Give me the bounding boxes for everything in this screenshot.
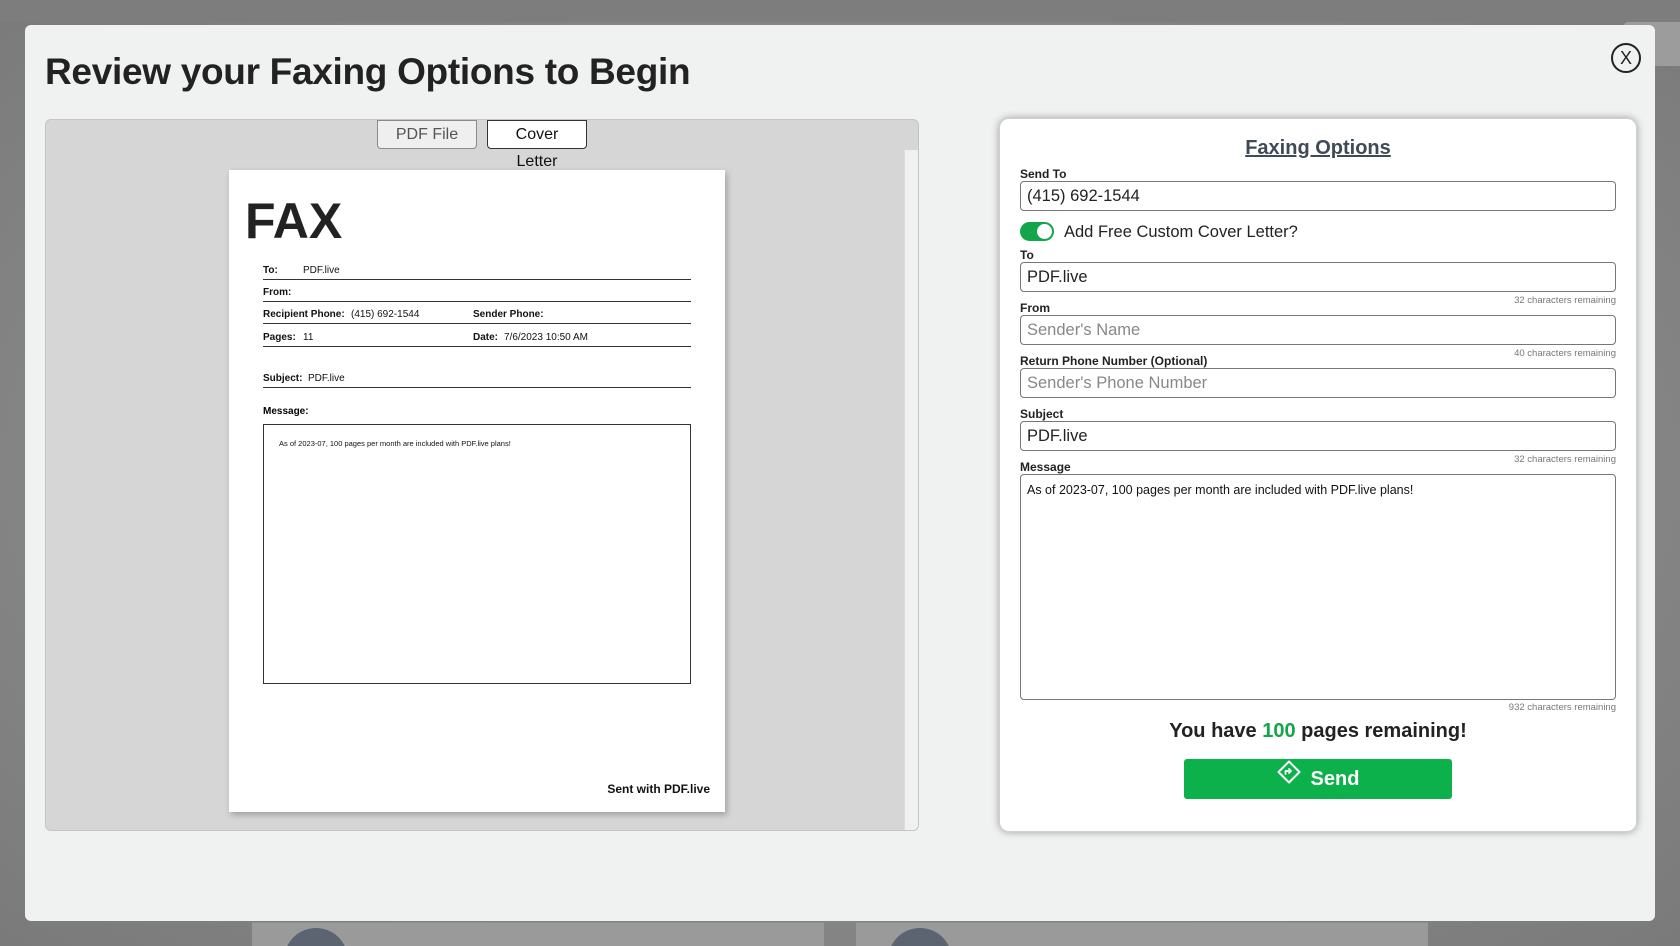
return-phone-input[interactable] [1020, 368, 1616, 398]
to-char-counter: 32 characters remaining [1514, 295, 1616, 306]
subject-label: Subject [1020, 407, 1064, 421]
send-button[interactable]: Send [1184, 759, 1452, 799]
cover-date-label: Date: [473, 332, 499, 343]
to-input[interactable] [1020, 262, 1616, 292]
cover-date-value: 7/6/2023 10:50 AM [504, 332, 588, 343]
from-char-counter: 40 characters remaining [1514, 348, 1616, 359]
faxing-options-title: Faxing Options [1245, 137, 1391, 159]
close-button[interactable]: X [1611, 43, 1641, 73]
faxing-options-panel: Faxing Options Send To Add Free Custom C… [999, 118, 1637, 832]
send-to-input[interactable] [1020, 181, 1616, 211]
fax-options-modal: Review your Faxing Options to Begin X PD… [25, 25, 1655, 921]
toggle-knob [1037, 224, 1052, 239]
subject-char-counter: 32 characters remaining [1514, 454, 1616, 465]
cover-pages-value: 11 [303, 332, 314, 343]
modal-title: Review your Faxing Options to Begin [45, 51, 691, 92]
cover-to-label: To: [263, 265, 278, 276]
close-icon: X [1619, 48, 1632, 68]
cover-letter-page: FAX To: PDF.live From: Recipient Phone: … [229, 170, 725, 812]
cover-subject-row: Subject: PDF.live [263, 366, 691, 388]
pages-remaining: You have 100 pages remaining! [1000, 720, 1636, 743]
cover-letter-toggle-label: Add Free Custom Cover Letter? [1064, 223, 1298, 241]
pages-remaining-count: 100 [1262, 720, 1296, 742]
cover-message-box: As of 2023-07, 100 pages per month are i… [263, 424, 691, 684]
subject-input[interactable] [1020, 421, 1616, 451]
cover-from-row: From: [263, 280, 691, 302]
cover-footer: Sent with PDF.live [607, 782, 710, 796]
cover-message-text: As of 2023-07, 100 pages per month are i… [279, 439, 511, 448]
send-to-label: Send To [1020, 167, 1067, 181]
return-phone-label: Return Phone Number (Optional) [1020, 354, 1208, 368]
pages-remaining-suffix: pages remaining! [1301, 720, 1467, 742]
cover-pages-row: Pages: 11 Date: 7/6/2023 10:50 AM [263, 325, 691, 347]
cover-phone-row: Recipient Phone: (415) 692-1544 Sender P… [263, 302, 691, 324]
backdrop-top-bar [0, 0, 1680, 22]
pages-remaining-prefix: You have [1169, 720, 1257, 742]
cover-recipient-phone-label: Recipient Phone: [263, 309, 345, 320]
document-preview-pane: PDF File Cover Letter FAX To: PDF.live F… [45, 119, 919, 831]
cover-subject-value: PDF.live [308, 373, 345, 384]
message-label: Message [1020, 460, 1071, 474]
cover-from-label: From: [263, 287, 292, 298]
from-label: From [1020, 301, 1050, 315]
fax-heading: FAX [245, 193, 343, 249]
cover-message-label: Message: [263, 406, 309, 417]
cover-recipient-phone-value: (415) 692-1544 [351, 309, 420, 320]
cover-pages-label: Pages: [263, 332, 296, 343]
send-button-label: Send [1310, 768, 1360, 790]
send-diamond-icon [1277, 758, 1301, 798]
cover-sender-phone-label: Sender Phone: [473, 309, 544, 320]
message-char-counter: 932 characters remaining [1508, 702, 1616, 713]
preview-scrollbar[interactable] [904, 150, 918, 830]
cover-to-value: PDF.live [303, 265, 340, 276]
cover-subject-label: Subject: [263, 373, 303, 384]
tab-pdf-file[interactable]: PDF File [377, 120, 477, 149]
cover-to-row: To: PDF.live [263, 258, 691, 280]
cover-letter-toggle[interactable] [1020, 222, 1054, 241]
message-textarea[interactable]: As of 2023-07, 100 pages per month are i… [1020, 474, 1616, 700]
to-label: To [1020, 248, 1034, 262]
tab-cover-letter[interactable]: Cover Letter [487, 120, 587, 170]
from-input[interactable] [1020, 315, 1616, 345]
